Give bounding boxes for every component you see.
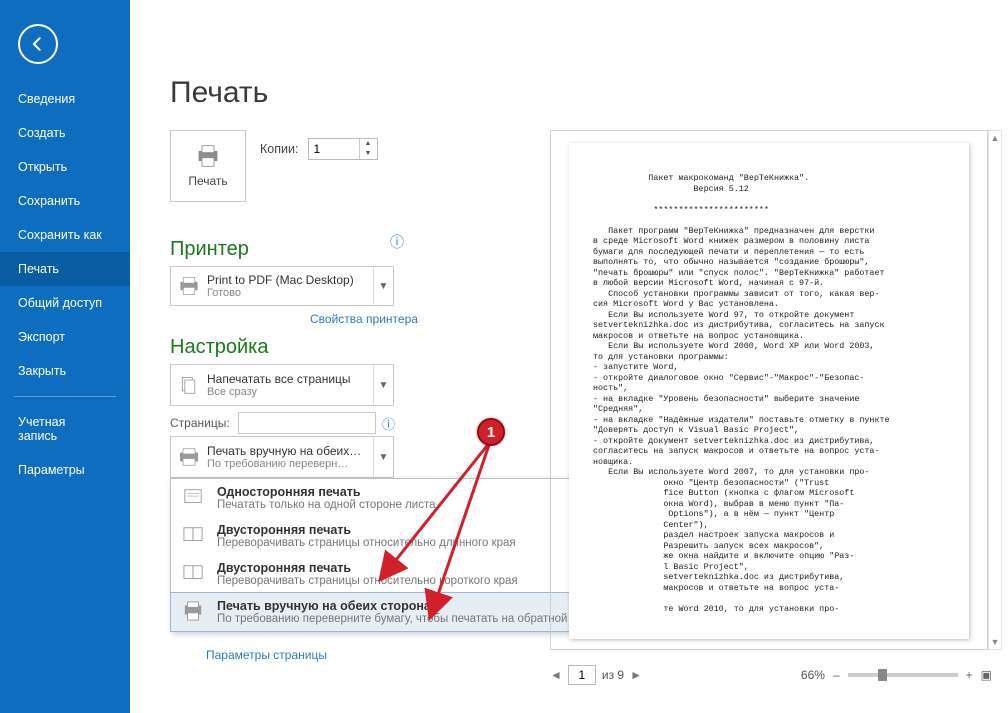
- back-button[interactable]: [18, 24, 58, 64]
- print-range-title: Напечатать все страницы: [207, 372, 373, 386]
- printer-icon: [194, 144, 222, 168]
- duplex-option-title: Односторонняя печать: [217, 485, 435, 499]
- duplex-dropdown[interactable]: Печать вручную на обеих… По требованию п…: [170, 436, 394, 478]
- zoom-label: 66%: [801, 668, 825, 682]
- copies-label: Копии:: [260, 142, 298, 156]
- page-of-label: из 9: [602, 668, 624, 682]
- print-range-dropdown[interactable]: Напечатать все страницы Все сразу ▼: [170, 364, 394, 406]
- sidebar-separator: [14, 396, 116, 397]
- printer-info-icon[interactable]: ⓘ: [390, 232, 404, 252]
- zoom-in-button[interactable]: +: [966, 668, 973, 682]
- annotation-badge-1: 1: [477, 418, 505, 446]
- sidebar-item-0[interactable]: Сведения: [0, 82, 130, 116]
- printer-dropdown[interactable]: Print to PDF (Mac Desktop) Готово ▼: [170, 266, 394, 306]
- chevron-down-icon: ▼: [373, 365, 393, 405]
- next-page-button[interactable]: ►: [630, 668, 642, 682]
- copies-up[interactable]: ▲: [360, 139, 375, 149]
- printer-icon: [177, 447, 201, 467]
- sidebar-item-2[interactable]: Открыть: [0, 150, 130, 184]
- page-number-input[interactable]: [568, 665, 596, 685]
- printer-properties-link[interactable]: Свойства принтера: [310, 312, 418, 326]
- duplex-option-sub: Печатать только на одной стороне листа: [217, 499, 435, 511]
- zoom-slider[interactable]: [848, 673, 958, 677]
- copies-spinner[interactable]: ▲▼: [308, 138, 378, 160]
- copies-row: Копии: ▲▼: [260, 138, 378, 160]
- duplex-option-icon: [181, 563, 205, 583]
- print-range-sub: Все сразу: [207, 386, 373, 398]
- duplex-option-icon: [181, 601, 205, 621]
- sidebar-extra-0[interactable]: Учетная запись: [0, 405, 130, 453]
- print-preview: Пакет макрокоманд "ВерТеКнижка". Версия …: [550, 130, 988, 650]
- duplex-option-sub: Переворачивать страницы относительно кор…: [217, 575, 518, 587]
- duplex-sub: По требованию переверн…: [207, 458, 373, 470]
- pages-input[interactable]: [238, 412, 376, 434]
- preview-scrollbar[interactable]: ▲ ▼: [988, 130, 1002, 650]
- copies-down[interactable]: ▼: [360, 149, 375, 159]
- printer-status: Готово: [207, 287, 373, 299]
- fit-page-button[interactable]: ▣: [981, 668, 992, 682]
- duplex-option-icon: [181, 525, 205, 545]
- duplex-option-title: Двусторонняя печать: [217, 523, 516, 537]
- duplex-option-icon: [181, 487, 205, 507]
- copies-input[interactable]: [309, 139, 359, 159]
- back-arrow-icon: [28, 34, 48, 54]
- pages-icon: [177, 375, 201, 395]
- backstage-sidebar: СведенияСоздатьОткрытьСохранитьСохранить…: [0, 0, 130, 713]
- print-button-label: Печать: [188, 174, 227, 188]
- sidebar-item-5[interactable]: Печать: [0, 252, 130, 286]
- scroll-down-icon[interactable]: ▼: [991, 635, 1000, 649]
- scroll-up-icon[interactable]: ▲: [991, 131, 1000, 145]
- sidebar-extra-1[interactable]: Параметры: [0, 453, 130, 487]
- page-heading: Печать: [170, 76, 268, 110]
- pages-info-icon[interactable]: ⓘ: [382, 414, 395, 433]
- duplex-option-title: Двусторонняя печать: [217, 561, 518, 575]
- settings-section-label: Настройка: [170, 336, 268, 359]
- print-button[interactable]: Печать: [170, 130, 246, 202]
- printer-icon: [177, 276, 201, 296]
- preview-sheet: Пакет макрокоманд "ВерТеКнижка". Версия …: [569, 143, 969, 639]
- chevron-down-icon: ▼: [373, 437, 393, 477]
- chevron-down-icon: ▼: [373, 267, 393, 305]
- sidebar-item-7[interactable]: Экспорт: [0, 320, 130, 354]
- prev-page-button[interactable]: ◄: [550, 668, 562, 682]
- print-backstage: Печать Печать Копии: ▲▼ Принтер ⓘ Print …: [130, 0, 1008, 713]
- zoom-out-button[interactable]: –: [833, 668, 840, 682]
- sidebar-item-6[interactable]: Общий доступ: [0, 286, 130, 320]
- duplex-option-sub: Переворачивать страницы относительно дли…: [217, 537, 516, 549]
- duplex-title: Печать вручную на обеих…: [207, 444, 373, 458]
- sidebar-item-4[interactable]: Сохранить как: [0, 218, 130, 252]
- pages-label: Страницы:: [170, 416, 230, 430]
- sidebar-item-3[interactable]: Сохранить: [0, 184, 130, 218]
- printer-section-label: Принтер: [170, 238, 249, 261]
- sidebar-item-8[interactable]: Закрыть: [0, 354, 130, 388]
- page-setup-link[interactable]: Параметры страницы: [206, 648, 327, 662]
- preview-footer: ◄ из 9 ► 66% – + ▣: [550, 660, 992, 690]
- printer-name: Print to PDF (Mac Desktop): [207, 273, 373, 287]
- sidebar-item-1[interactable]: Создать: [0, 116, 130, 150]
